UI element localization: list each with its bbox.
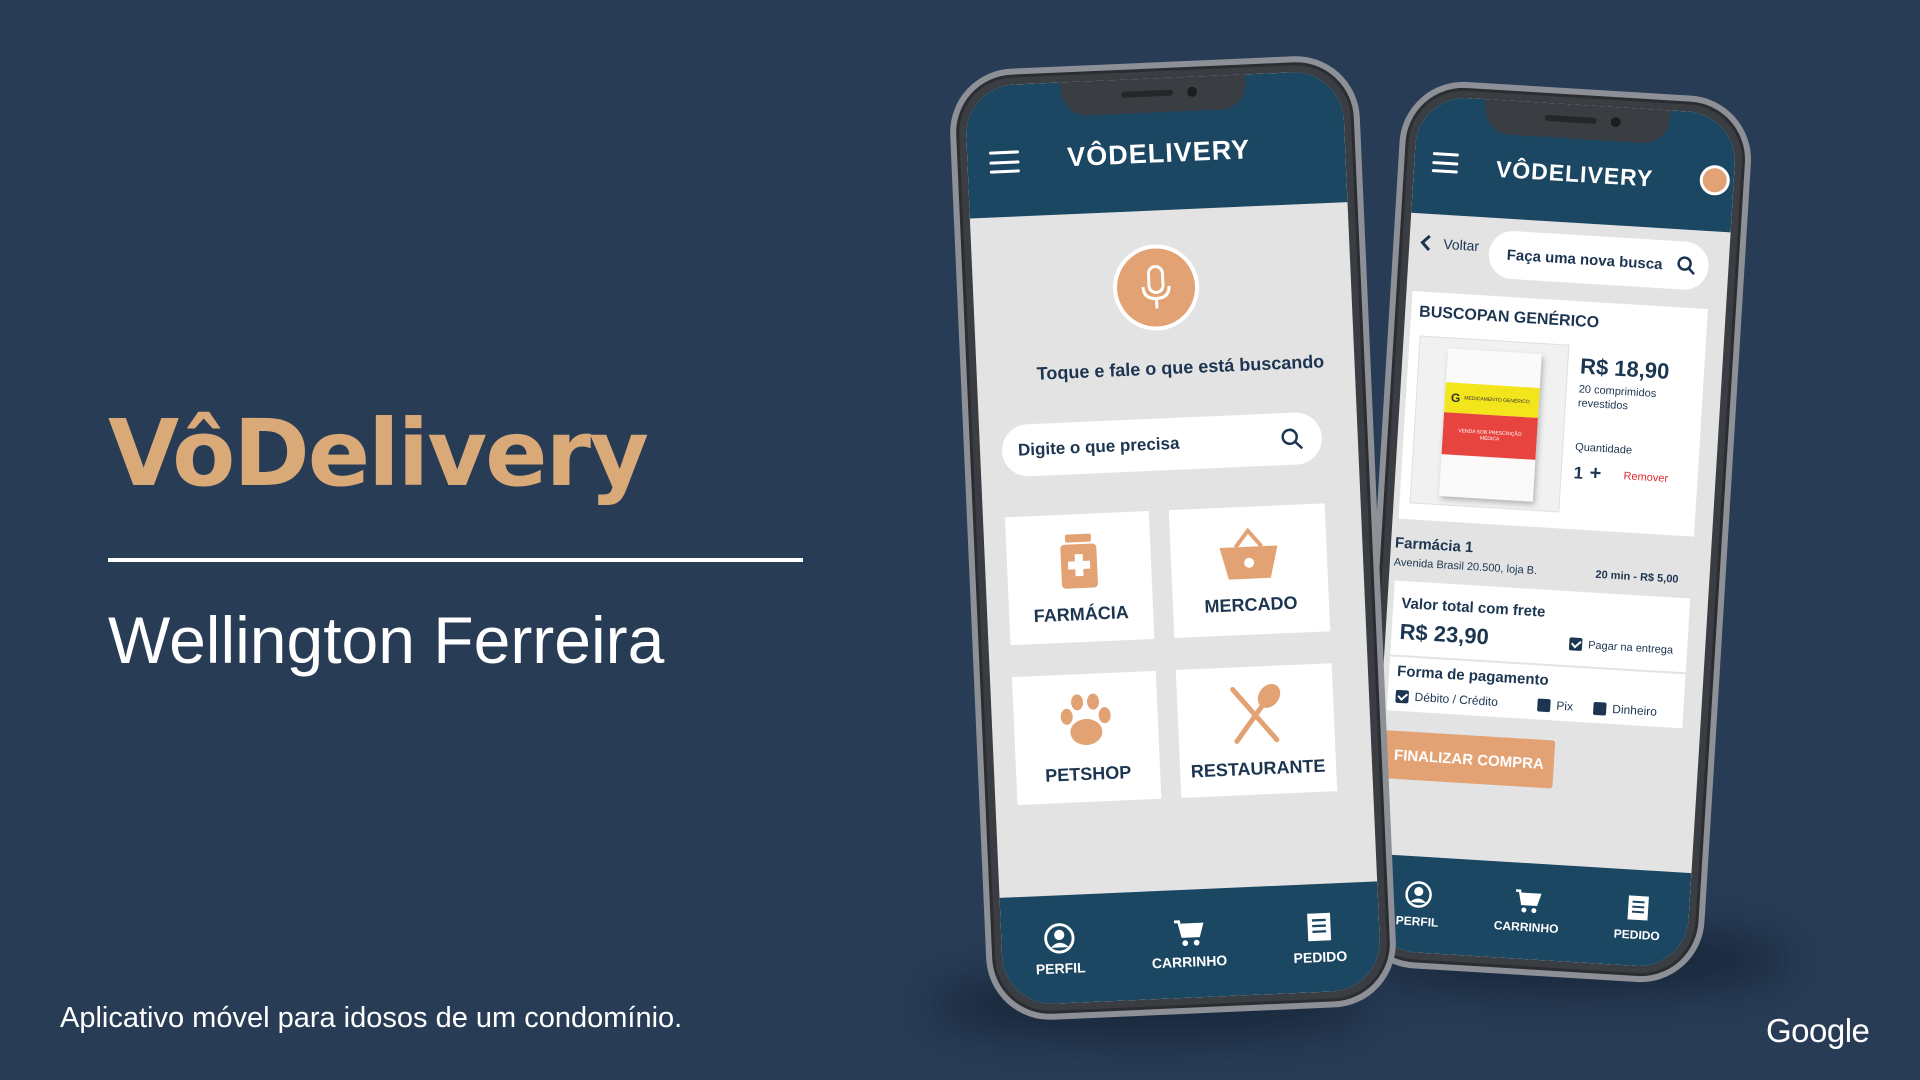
receipt-icon <box>1307 912 1332 942</box>
bottom-nav: PERFIL CARRINHO PEDIDO <box>1366 853 1692 969</box>
back-phone-screen: VÔDELIVERY Voltar Faça uma nova busca BU… <box>1366 95 1738 969</box>
product-name: BUSCOPAN GENÉRICO <box>1418 303 1600 332</box>
bottom-nav: PERFIL CARRINHO PEDIDO <box>999 881 1382 1006</box>
product-image: G MEDICAMENTO GENÉRICO VENDA SOB PRESCRI… <box>1409 335 1570 513</box>
payment-title: Forma de pagamento <box>1396 662 1550 690</box>
category-label: FARMÁCIA <box>1033 601 1130 626</box>
payment-option-pix[interactable]: Pix <box>1537 697 1574 714</box>
box-label-top: MEDICAMENTO GENÉRICO <box>1464 395 1530 406</box>
checkbox-checked <box>1395 689 1410 704</box>
slide-caption: Aplicativo móvel para idosos de um condo… <box>60 1002 683 1034</box>
pay-on-delivery-label: Pagar na entrega <box>1587 638 1674 657</box>
cart-icon <box>1174 920 1204 946</box>
checkout-panel: Valor total com frete R$ 23,90 Pagar na … <box>1386 580 1691 729</box>
delivery-eta: 20 min - R$ 5,00 <box>1595 568 1679 586</box>
nav-orders[interactable]: PEDIDO <box>1613 893 1662 944</box>
slide-title: VôDelivery <box>108 400 649 507</box>
avatar[interactable] <box>1698 164 1731 197</box>
total-value: R$ 23,90 <box>1398 618 1490 650</box>
quantity-value: 1 <box>1573 463 1584 483</box>
voice-prompt: Toque e fale o que está buscando <box>1036 351 1325 384</box>
voice-search-button[interactable] <box>1111 242 1201 333</box>
pay-on-delivery-checkbox[interactable]: Pagar na entrega <box>1568 637 1674 657</box>
new-search-input[interactable]: Faça uma nova busca <box>1487 229 1710 292</box>
nav-cart[interactable]: CARRINHO <box>1493 886 1560 936</box>
cart-icon <box>1516 889 1542 914</box>
payment-option-label: Débito / Crédito <box>1414 689 1499 710</box>
category-petshop[interactable]: PETSHOP <box>1011 670 1162 806</box>
front-phone-screen: VÔDELIVERY Toque e fale o que está busca… <box>964 70 1382 1006</box>
payment-option-label: Dinheiro <box>1611 702 1658 719</box>
plus-icon[interactable]: + <box>1589 462 1602 486</box>
remove-button[interactable]: Remover <box>1623 470 1668 485</box>
pharmacy-icon <box>1060 533 1098 589</box>
checkbox-unchecked <box>1537 697 1551 712</box>
microphone-icon <box>1141 265 1171 309</box>
payment-option-label: Pix <box>1555 698 1574 714</box>
nav-label: PERFIL <box>1395 913 1439 930</box>
nav-label: CARRINHO <box>1151 952 1228 972</box>
category-label: PETSHOP <box>1044 761 1132 786</box>
medicine-box: G MEDICAMENTO GENÉRICO VENDA SOB PRESCRI… <box>1438 348 1542 502</box>
nav-profile[interactable]: PERFIL <box>1395 879 1441 930</box>
nav-label: CARRINHO <box>1493 918 1559 937</box>
nav-cart[interactable]: CARRINHO <box>1150 916 1228 971</box>
nav-label: PERFIL <box>1035 959 1086 978</box>
checkbox-checked <box>1568 637 1583 652</box>
user-icon <box>1044 923 1075 954</box>
category-market[interactable]: MERCADO <box>1168 503 1331 639</box>
author-name: Wellington Ferreira <box>108 603 665 677</box>
quantity-label: Quantidade <box>1574 441 1633 457</box>
title-divider <box>108 558 803 562</box>
utensils-icon <box>1230 683 1281 744</box>
category-label: MERCADO <box>1204 592 1298 617</box>
back-label: Voltar <box>1442 235 1480 255</box>
total-label: Valor total com frete <box>1400 594 1546 621</box>
product-price: R$ 18,90 <box>1579 353 1671 384</box>
search-input[interactable]: Digite o que precisa <box>1000 411 1323 478</box>
search-placeholder: Faça uma nova busca <box>1506 246 1663 273</box>
front-phone: VÔDELIVERY Toque e fale o que está busca… <box>947 53 1399 1023</box>
nav-profile[interactable]: PERFIL <box>1034 921 1086 977</box>
payment-option-cash[interactable]: Dinheiro <box>1592 701 1658 719</box>
nav-label: PEDIDO <box>1293 947 1348 967</box>
nav-label: PEDIDO <box>1613 926 1661 944</box>
back-button[interactable]: Voltar <box>1419 233 1480 255</box>
paw-icon <box>1060 693 1111 745</box>
store-address: Avenida Brasil 20.500, loja B. <box>1393 556 1538 578</box>
product-card: BUSCOPAN GENÉRICO G MEDICAMENTO GENÉRICO… <box>1398 291 1708 537</box>
receipt-icon <box>1627 895 1650 921</box>
medicine-box-red-band: VENDA SOB PRESCRIÇÃO MÉDICA <box>1441 412 1538 460</box>
user-icon <box>1405 881 1432 908</box>
category-label: RESTAURANTE <box>1190 755 1326 781</box>
app-brand: VÔDELIVERY <box>1066 134 1251 173</box>
app-brand: VÔDELIVERY <box>1495 155 1654 192</box>
google-logo: Google <box>1766 1012 1870 1049</box>
category-restaurant[interactable]: RESTAURANTE <box>1175 663 1338 798</box>
back-phone: VÔDELIVERY Voltar Faça uma nova busca BU… <box>1349 78 1755 986</box>
category-pharmacy[interactable]: FARMÁCIA <box>1004 511 1155 646</box>
menu-icon[interactable] <box>1431 152 1459 174</box>
finalize-purchase-button[interactable]: FINALIZAR COMPRA <box>1382 730 1556 789</box>
payment-option-card[interactable]: Débito / Crédito <box>1395 689 1498 709</box>
product-desc-2: revestidos <box>1577 397 1629 413</box>
search-icon <box>1281 428 1304 450</box>
store-name: Farmácia 1 <box>1394 534 1474 557</box>
nav-orders[interactable]: PEDIDO <box>1292 910 1348 966</box>
search-icon <box>1677 256 1695 276</box>
basket-icon <box>1219 527 1278 580</box>
chevron-left-icon <box>1420 234 1431 251</box>
box-label-bottom: VENDA SOB PRESCRIÇÃO MÉDICA <box>1458 428 1522 443</box>
generic-badge: G <box>1450 390 1461 406</box>
checkbox-unchecked <box>1592 701 1607 716</box>
menu-icon[interactable] <box>988 150 1020 174</box>
search-placeholder: Digite o que precisa <box>1017 433 1180 460</box>
